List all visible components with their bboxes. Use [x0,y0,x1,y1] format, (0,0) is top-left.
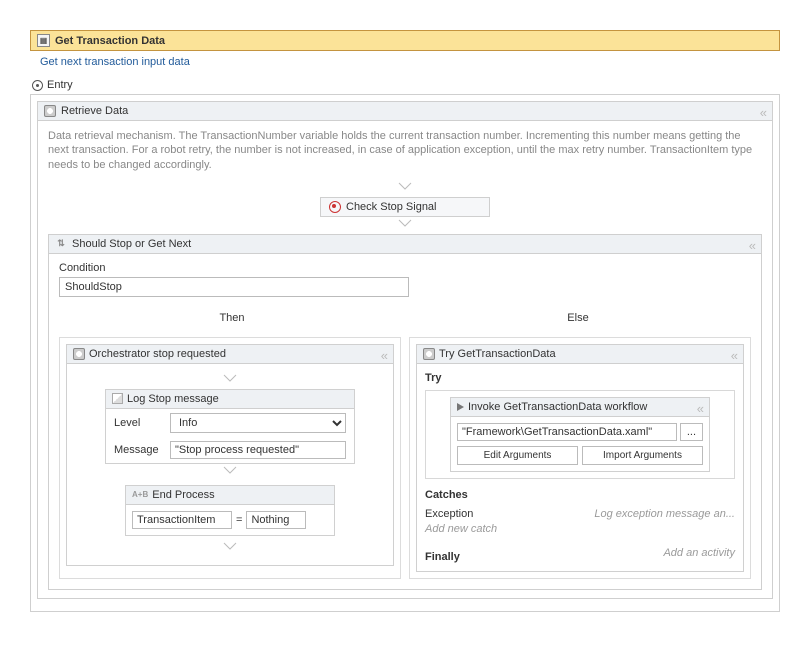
assign-title: End Process [152,489,214,501]
assign-right[interactable] [246,511,306,529]
message-label: Message [114,444,164,456]
try-catch-title: Try GetTransactionData [439,348,556,360]
assign-left[interactable] [132,511,232,529]
collapse-icon[interactable]: « [731,348,738,363]
import-arguments-button[interactable]: Import Arguments [582,446,703,465]
level-label: Level [114,417,164,429]
exception-label: Exception [425,508,473,520]
entry-node: Entry [32,79,780,91]
retrieve-description: Data retrieval mechanism. The Transactio… [48,129,762,172]
finally-action[interactable]: Add an activity [663,547,735,559]
collapse-icon[interactable]: « [697,401,704,416]
check-stop-activity[interactable]: Check Stop Signal [320,197,490,217]
workflow-path-input[interactable] [457,423,677,441]
sequence-icon [44,105,56,117]
workflow-icon: ▦ [37,34,50,47]
outer-container: Retrieve Data « Data retrieval mechanism… [30,94,780,612]
message-input[interactable] [170,441,346,459]
assign-icon: A+B [132,490,148,499]
then-label: Then [59,309,405,327]
collapse-icon[interactable]: « [381,348,388,363]
entry-icon [32,80,43,91]
flow-arrow-icon [48,182,762,195]
if-header[interactable]: ⇅ Should Stop or Get Next « [49,235,761,254]
catches-label: Catches [425,489,735,501]
assign-op: = [236,514,242,526]
then-title: Orchestrator stop requested [89,348,226,360]
then-column: Orchestrator stop requested « Log Stop m… [59,337,401,579]
flow-arrow-icon [75,374,385,387]
assign-activity[interactable]: A+B End Process = [125,485,335,536]
browse-button[interactable]: ... [680,423,703,441]
entry-label: Entry [47,79,73,91]
finally-label: Finally [425,551,460,563]
invoke-header[interactable]: Invoke GetTransactionData workflow « [451,398,709,417]
log-activity[interactable]: Log Stop message Level Info Message [105,389,355,464]
if-icon: ⇅ [55,238,67,250]
sequence-icon [73,348,85,360]
invoke-activity[interactable]: Invoke GetTransactionData workflow « ... [450,397,710,472]
condition-input[interactable] [59,277,409,297]
flow-arrow-icon [75,542,385,555]
collapse-icon[interactable]: « [760,105,767,120]
stop-icon [329,201,341,213]
try-section: Invoke GetTransactionData workflow « ... [425,390,735,479]
retrieve-header[interactable]: Retrieve Data « [38,102,772,121]
try-label: Try [425,372,735,384]
play-icon [457,403,464,411]
try-catch-header[interactable]: Try GetTransactionData « [417,345,743,364]
workflow-subtitle: Get next transaction input data [30,51,780,73]
retrieve-title: Retrieve Data [61,105,128,117]
assign-header[interactable]: A+B End Process [126,486,334,505]
condition-label: Condition [59,262,751,274]
log-header[interactable]: Log Stop message [106,390,354,409]
if-title: Should Stop or Get Next [72,238,191,250]
check-stop-label: Check Stop Signal [346,201,437,213]
else-column: Try GetTransactionData « Try Invoke [409,337,751,579]
pencil-icon [112,393,123,404]
then-header[interactable]: Orchestrator stop requested « [67,345,393,364]
if-activity[interactable]: ⇅ Should Stop or Get Next « Condition Th… [48,234,762,590]
retrieve-data-sequence[interactable]: Retrieve Data « Data retrieval mechanism… [37,101,773,599]
add-new-catch[interactable]: Add new catch [425,523,735,535]
then-sequence[interactable]: Orchestrator stop requested « Log Stop m… [66,344,394,566]
workflow-title: Get Transaction Data [55,35,165,47]
else-label: Else [405,309,751,327]
try-catch-activity[interactable]: Try GetTransactionData « Try Invoke [416,344,744,572]
log-title: Log Stop message [127,393,219,405]
invoke-title: Invoke GetTransactionData workflow [468,401,647,413]
level-select[interactable]: Info [170,413,346,433]
sequence-icon [423,348,435,360]
flow-arrow-icon [48,219,762,232]
edit-arguments-button[interactable]: Edit Arguments [457,446,578,465]
workflow-header: ▦ Get Transaction Data [30,30,780,51]
exception-action[interactable]: Log exception message an... [594,508,735,520]
flow-arrow-icon [75,466,385,479]
collapse-icon[interactable]: « [749,238,756,253]
